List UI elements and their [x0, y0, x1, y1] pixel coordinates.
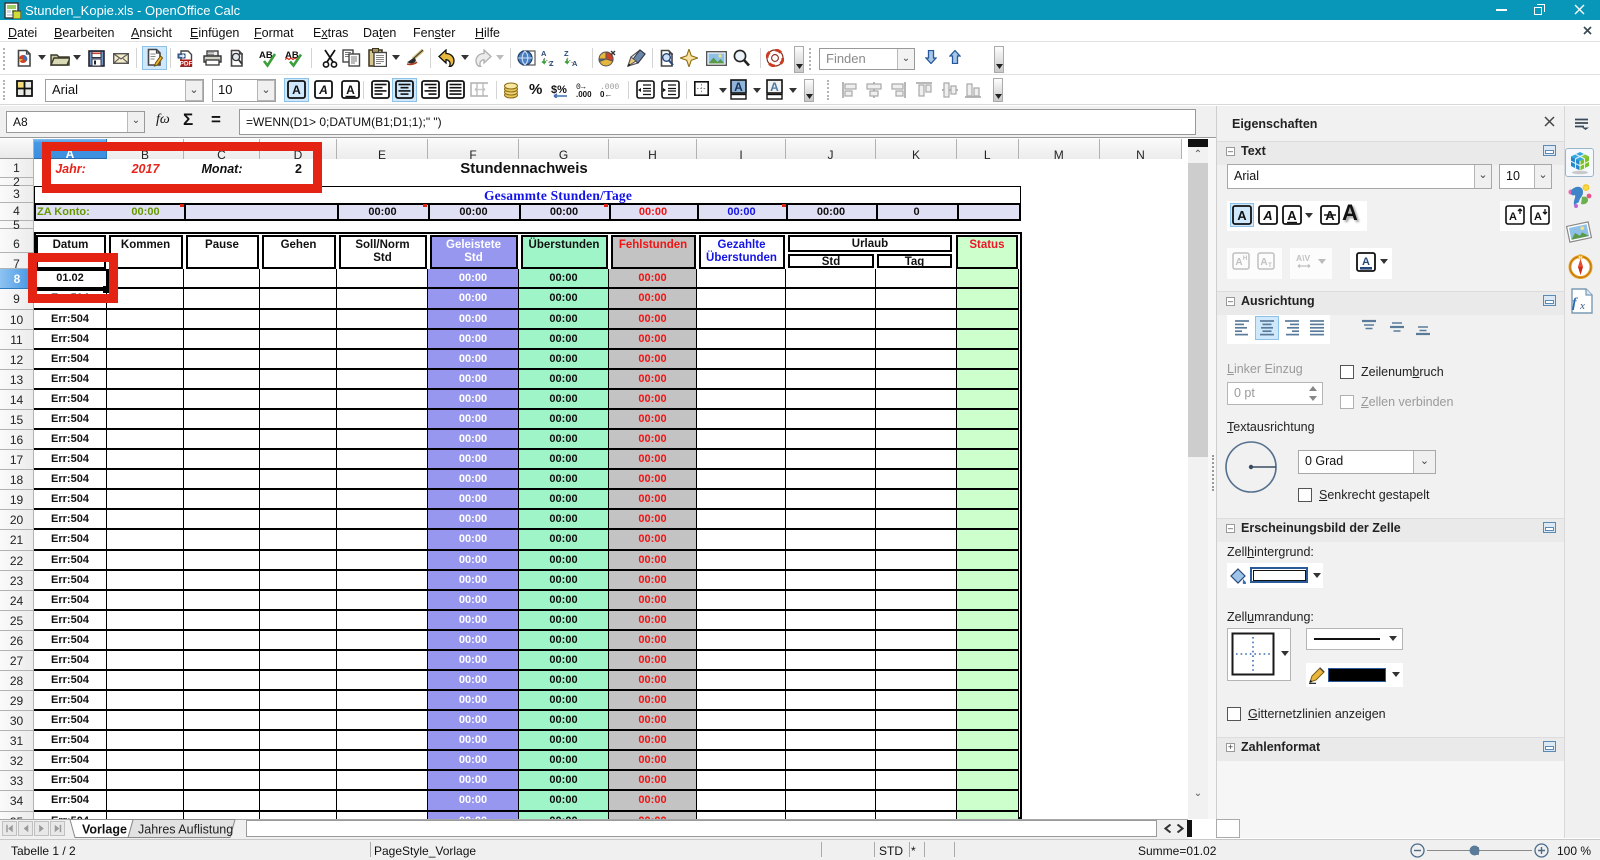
svg-text:.000: .000: [576, 90, 592, 98]
svg-text:0←: 0←: [600, 90, 612, 98]
svg-text:N: N: [1579, 255, 1582, 260]
svg-text:H: H: [1243, 256, 1247, 262]
svg-text:A: A: [292, 83, 301, 97]
svg-text:Vorlage: Vorlage: [82, 823, 127, 837]
svg-text:A: A: [1534, 211, 1542, 223]
svg-text:A: A: [1260, 257, 1267, 268]
svg-text:$%: $%: [551, 84, 567, 96]
svg-text:T: T: [1268, 263, 1272, 269]
svg-text:Z: Z: [549, 59, 554, 67]
svg-text:A: A: [770, 80, 779, 94]
svg-text:A: A: [1362, 256, 1370, 268]
svg-text:A: A: [1287, 208, 1297, 223]
svg-text:A: A: [1509, 211, 1517, 223]
svg-text:A: A: [346, 83, 355, 97]
svg-text:Z: Z: [564, 49, 569, 58]
svg-text:A: A: [541, 49, 547, 58]
svg-text:x: x: [1579, 300, 1585, 312]
svg-text:A: A: [734, 80, 743, 94]
svg-text:A: A: [1237, 208, 1247, 223]
svg-text:A: A: [318, 83, 328, 97]
svg-text:PDF: PDF: [180, 60, 193, 67]
svg-text:A\V: A\V: [1296, 253, 1311, 263]
svg-text:A: A: [1235, 257, 1242, 268]
svg-text:A: A: [572, 59, 578, 67]
svg-text:A: A: [1262, 208, 1272, 223]
svg-text:Jahres Auflistung: Jahres Auflistung: [138, 823, 233, 837]
